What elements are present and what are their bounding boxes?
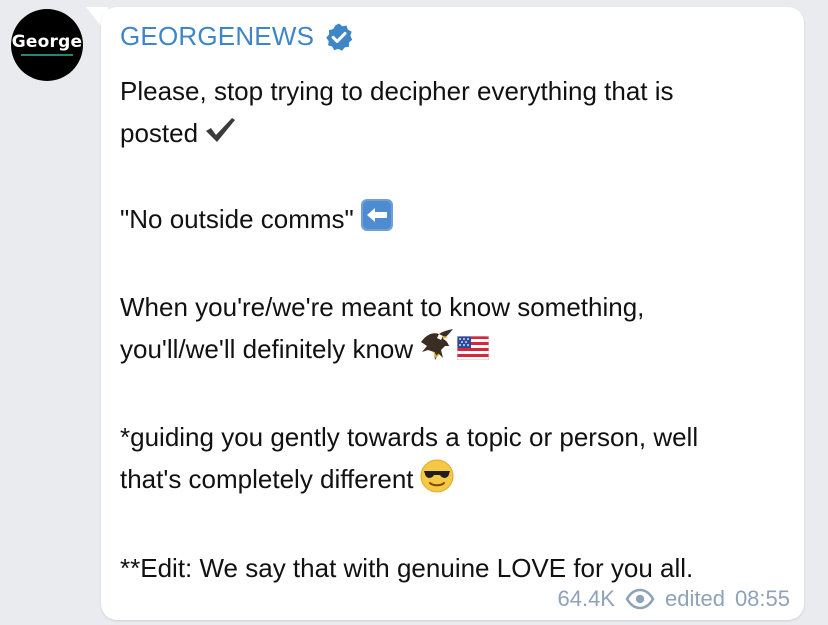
- message-line: **Edit: We say that with genuine LOVE fo…: [120, 552, 694, 583]
- message-line-text: that's completely different: [120, 464, 414, 495]
- eye-icon: [625, 587, 655, 611]
- message-time: 08:55: [734, 586, 790, 611]
- message-line: When you're/we're meant to know somethin…: [120, 292, 645, 323]
- chat-view: George GEORGENEWS Please, stop trying to…: [0, 0, 828, 625]
- message-line: Please, stop trying to decipher everythi…: [120, 76, 674, 106]
- left-arrow-icon: [360, 198, 394, 244]
- message-line-text: you'll/we'll definitely know: [120, 334, 414, 365]
- message-footer: 64.4K edited 08:55: [557, 586, 790, 612]
- avatar-text: George: [11, 32, 83, 52]
- channel-name[interactable]: GEORGENEWS: [120, 21, 314, 52]
- message-line: you'll/we'll definitely know: [120, 328, 780, 374]
- view-count: 64.4K: [557, 586, 615, 611]
- edited-label: edited: [664, 586, 725, 611]
- message-line-text: "No outside comms": [120, 204, 354, 235]
- message-line: that's completely different: [120, 458, 780, 504]
- message-header: GEORGENEWS: [120, 21, 354, 52]
- message-line: "No outside comms": [120, 198, 780, 244]
- heavy-check-mark-icon: [204, 114, 236, 156]
- message-line: posted: [120, 112, 780, 156]
- us-flag-icon: [456, 330, 490, 372]
- message-line: *guiding you gently towards a topic or p…: [120, 422, 699, 453]
- message-bubble[interactable]: GEORGENEWS Please, stop trying to deciph…: [101, 7, 804, 620]
- eagle-icon: [419, 328, 455, 374]
- channel-avatar[interactable]: George: [11, 9, 83, 81]
- message-text: Please, stop trying to decipher everythi…: [120, 70, 780, 589]
- sunglasses-face-icon: [420, 459, 454, 505]
- verified-badge-icon: [324, 22, 354, 52]
- message-line-text: posted: [120, 118, 199, 148]
- avatar-decoration: [21, 54, 73, 56]
